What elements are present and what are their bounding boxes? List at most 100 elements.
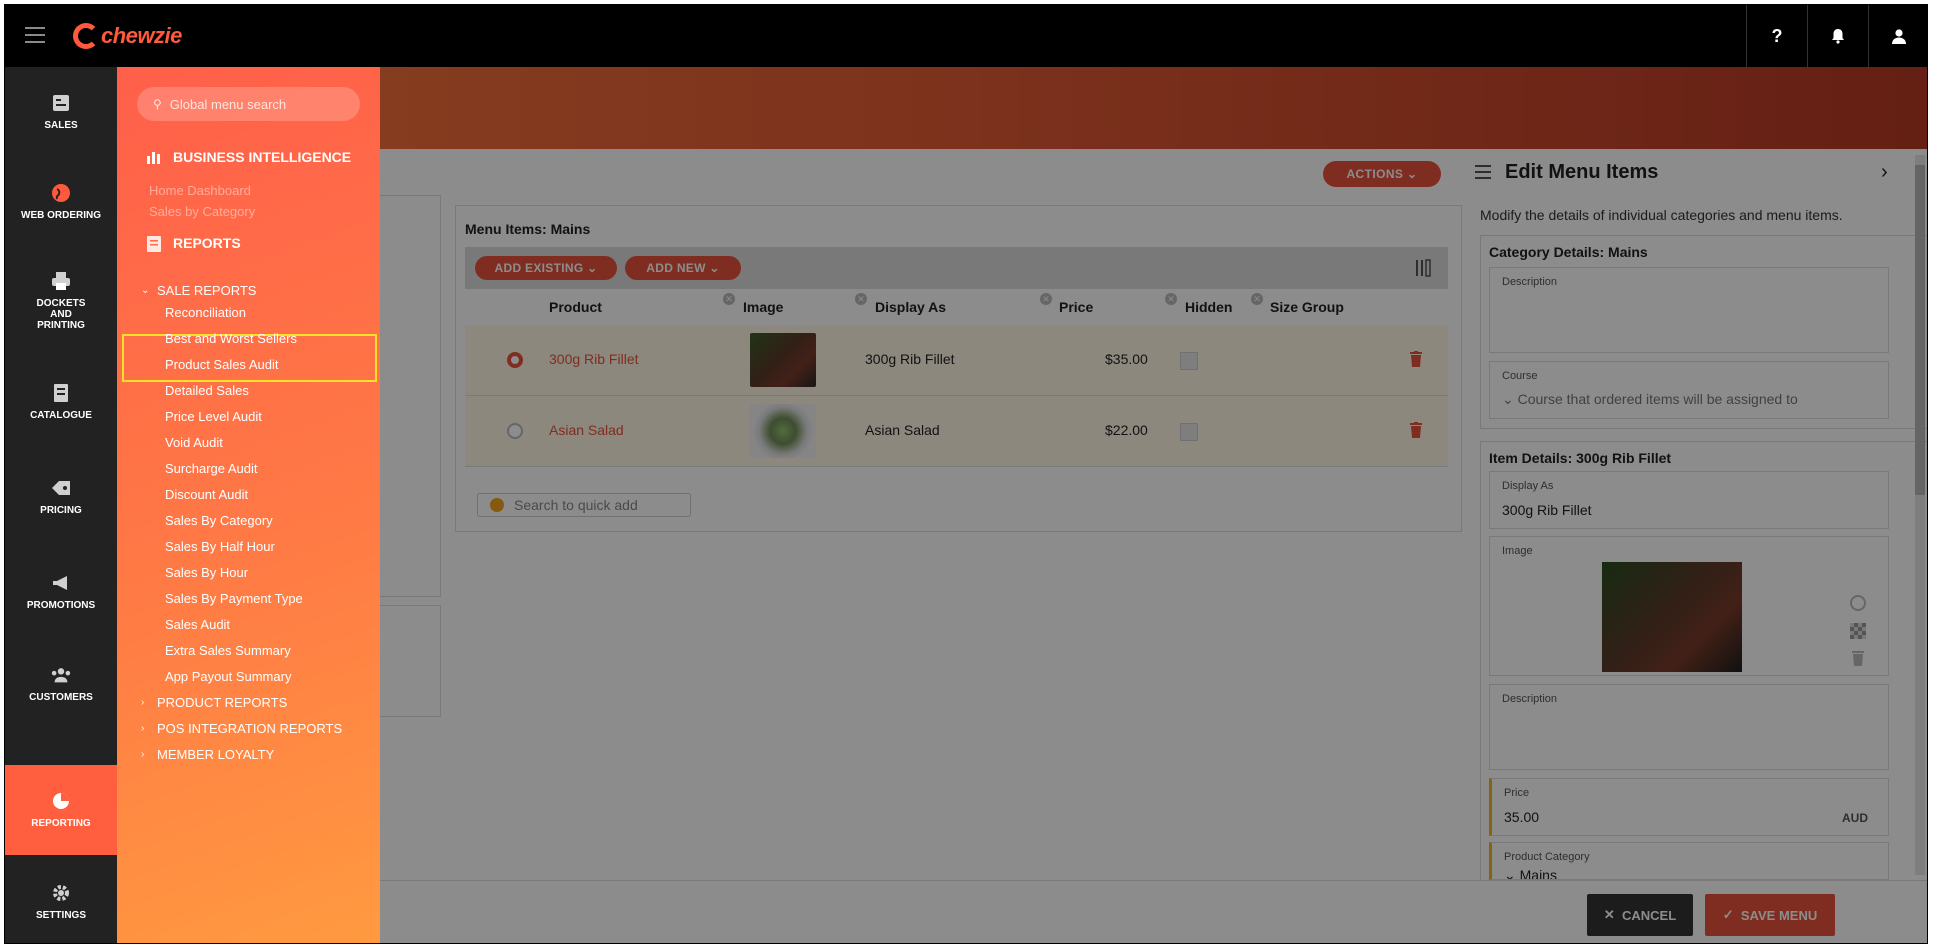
hidden-checkbox[interactable] xyxy=(1180,352,1198,370)
price-field[interactable]: Price 35.00 AUD xyxy=(1489,778,1889,836)
report-icon xyxy=(147,236,163,252)
menu-link-detailed-sales[interactable]: Detailed Sales xyxy=(165,383,249,398)
product-image xyxy=(750,404,816,458)
panel-menu-icon[interactable] xyxy=(1475,165,1493,179)
save-menu-button[interactable]: ✓ SAVE MENU xyxy=(1705,894,1835,936)
row-select-radio[interactable] xyxy=(507,352,523,368)
member-loyalty-group[interactable]: › MEMBER LOYALTY xyxy=(141,747,274,762)
product-name[interactable]: Asian Salad xyxy=(549,422,624,438)
item-details-title: Item Details: 300g Rib Fillet xyxy=(1489,450,1672,466)
rail-item-web-ordering[interactable]: WEB ORDERING xyxy=(5,157,117,247)
menu-link-surcharge-audit[interactable]: Surcharge Audit xyxy=(165,461,258,476)
product-category-select[interactable]: Product Category ⌄ Mains xyxy=(1489,842,1889,880)
menu-link-best-and-worst-sellers[interactable]: Best and Worst Sellers xyxy=(165,331,297,346)
help-icon[interactable]: ? xyxy=(1746,5,1807,67)
display-as-field[interactable]: Display As 300g Rib Fillet xyxy=(1489,471,1889,529)
pie-chart-icon xyxy=(50,792,72,810)
add-existing-button[interactable]: ADD EXISTING ⌄ xyxy=(475,256,617,280)
search-icon: ⚲ xyxy=(153,97,162,111)
chevron-right-icon: › xyxy=(141,723,145,734)
delete-row-icon[interactable] xyxy=(1410,351,1422,367)
rail-item-pricing[interactable]: PRICING xyxy=(5,452,117,542)
product-name[interactable]: 300g Rib Fillet xyxy=(549,351,639,367)
row-select-radio[interactable] xyxy=(507,423,523,439)
menu-link-sales-by-payment-type[interactable]: Sales By Payment Type xyxy=(165,591,303,606)
chevron-right-icon: › xyxy=(141,697,145,708)
menu-link-price-level-audit[interactable]: Price Level Audit xyxy=(165,409,262,424)
item-image[interactable] xyxy=(1602,562,1742,672)
menu-link-product-sales-audit[interactable]: Product Sales Audit xyxy=(165,357,278,372)
menu-link-extra-sales-summary[interactable]: Extra Sales Summary xyxy=(165,643,291,658)
rail-item-customers[interactable]: CUSTOMERS xyxy=(5,639,117,729)
table-row[interactable]: 300g Rib Fillet 300g Rib Fillet $35.00 xyxy=(465,325,1448,396)
price-value: $22.00 xyxy=(1105,422,1148,438)
chevron-right-icon: › xyxy=(141,749,145,760)
col-size-group[interactable]: Size Group xyxy=(1270,299,1344,315)
table-row[interactable]: Asian Salad Asian Salad $22.00 xyxy=(465,396,1448,467)
rail-item-settings[interactable]: SETTINGS xyxy=(5,857,117,943)
edit-panel-description: Modify the details of individual categor… xyxy=(1480,207,1843,223)
hamburger-menu-icon[interactable] xyxy=(25,27,45,45)
actions-button[interactable]: ACTIONS ⌄ xyxy=(1323,161,1441,187)
chevron-down-icon: ⌄ xyxy=(141,285,150,296)
menu-link-reconciliation[interactable]: Reconciliation xyxy=(165,305,246,320)
remove-column-icon[interactable]: ✕ xyxy=(1165,293,1177,305)
rail-item-dockets-and-printing[interactable]: DOCKETS AND PRINTING xyxy=(5,247,117,355)
reports-heading[interactable]: REPORTS xyxy=(147,235,241,252)
transparency-icon[interactable] xyxy=(1850,623,1866,639)
delete-image-icon[interactable] xyxy=(1852,650,1864,666)
category-description-field[interactable]: Description xyxy=(1489,267,1889,353)
collapse-panel-icon[interactable]: › xyxy=(1881,161,1888,184)
menu-link-app-payout-summary[interactable]: App Payout Summary xyxy=(165,669,291,684)
display-as-value: Asian Salad xyxy=(865,422,940,438)
col-price[interactable]: Price xyxy=(1059,299,1093,315)
cancel-button[interactable]: ✕ CANCEL xyxy=(1587,894,1693,936)
product-reports-group[interactable]: › PRODUCT REPORTS xyxy=(141,695,287,710)
printer-icon xyxy=(50,271,72,290)
sales-icon xyxy=(50,94,72,112)
col-display-as[interactable]: Display As xyxy=(875,299,946,315)
business-intelligence-heading[interactable]: BUSINESS INTELLIGENCE xyxy=(147,149,351,165)
pos-integration-reports-group[interactable]: › POS INTEGRATION REPORTS xyxy=(141,721,342,736)
bar-chart-icon xyxy=(147,150,163,164)
users-icon xyxy=(50,666,72,684)
remove-column-icon[interactable]: ✕ xyxy=(855,293,867,305)
menu-link-void-audit[interactable]: Void Audit xyxy=(165,435,223,450)
menu-link-home-dashboard[interactable]: Home Dashboard xyxy=(149,183,251,198)
rail-item-sales[interactable]: SALES xyxy=(5,67,117,157)
hidden-checkbox[interactable] xyxy=(1180,423,1198,441)
rail-item-reporting[interactable]: REPORTING xyxy=(5,765,117,855)
rail-item-promotions[interactable]: PROMOTIONS xyxy=(5,547,117,637)
menu-link-sales-by-category[interactable]: Sales by Category xyxy=(149,204,255,219)
add-new-button[interactable]: ADD NEW ⌄ xyxy=(625,256,741,280)
remove-column-icon[interactable]: ✕ xyxy=(1251,293,1263,305)
bell-icon[interactable] xyxy=(1807,5,1868,67)
item-description-field[interactable]: Description xyxy=(1489,684,1889,770)
column-chooser-icon[interactable] xyxy=(1415,258,1431,278)
delete-row-icon[interactable] xyxy=(1410,422,1422,438)
remove-column-icon[interactable]: ✕ xyxy=(723,293,735,305)
sale-reports-group[interactable]: ⌄ SALE REPORTS xyxy=(141,283,256,298)
brand-logo[interactable]: chewzie xyxy=(73,19,182,53)
menu-link-sales-by-category[interactable]: Sales By Category xyxy=(165,513,273,528)
course-select[interactable]: Course ⌄ Course that ordered items will … xyxy=(1489,361,1889,419)
global-menu-search-input[interactable]: ⚲ Global menu search xyxy=(137,87,360,121)
rail-item-catalogue[interactable]: CATALOGUE xyxy=(5,357,117,447)
col-hidden[interactable]: Hidden xyxy=(1185,299,1232,315)
zoom-icon[interactable] xyxy=(1850,595,1866,611)
currency-label: AUD xyxy=(1842,811,1868,825)
price-value: $35.00 xyxy=(1105,351,1148,367)
menu-link-sales-audit[interactable]: Sales Audit xyxy=(165,617,230,632)
panel-scroll-thumb[interactable] xyxy=(1915,165,1925,495)
col-image[interactable]: Image xyxy=(743,299,783,315)
quick-add-input[interactable]: Search to quick add xyxy=(477,493,691,517)
user-icon[interactable] xyxy=(1868,5,1927,67)
top-bar: chewzie ? xyxy=(5,5,1927,67)
menu-link-sales-by-half-hour[interactable]: Sales By Half Hour xyxy=(165,539,275,554)
menu-link-discount-audit[interactable]: Discount Audit xyxy=(165,487,248,502)
col-product[interactable]: Product xyxy=(549,299,602,315)
reporting-flyout-menu: ⚲ Global menu search BUSINESS INTELLIGEN… xyxy=(117,67,380,943)
menu-link-sales-by-hour[interactable]: Sales By Hour xyxy=(165,565,248,580)
left-nav-rail: SALES WEB ORDERING DOCKETS AND PRINTING … xyxy=(5,67,117,943)
remove-column-icon[interactable]: ✕ xyxy=(1040,293,1052,305)
